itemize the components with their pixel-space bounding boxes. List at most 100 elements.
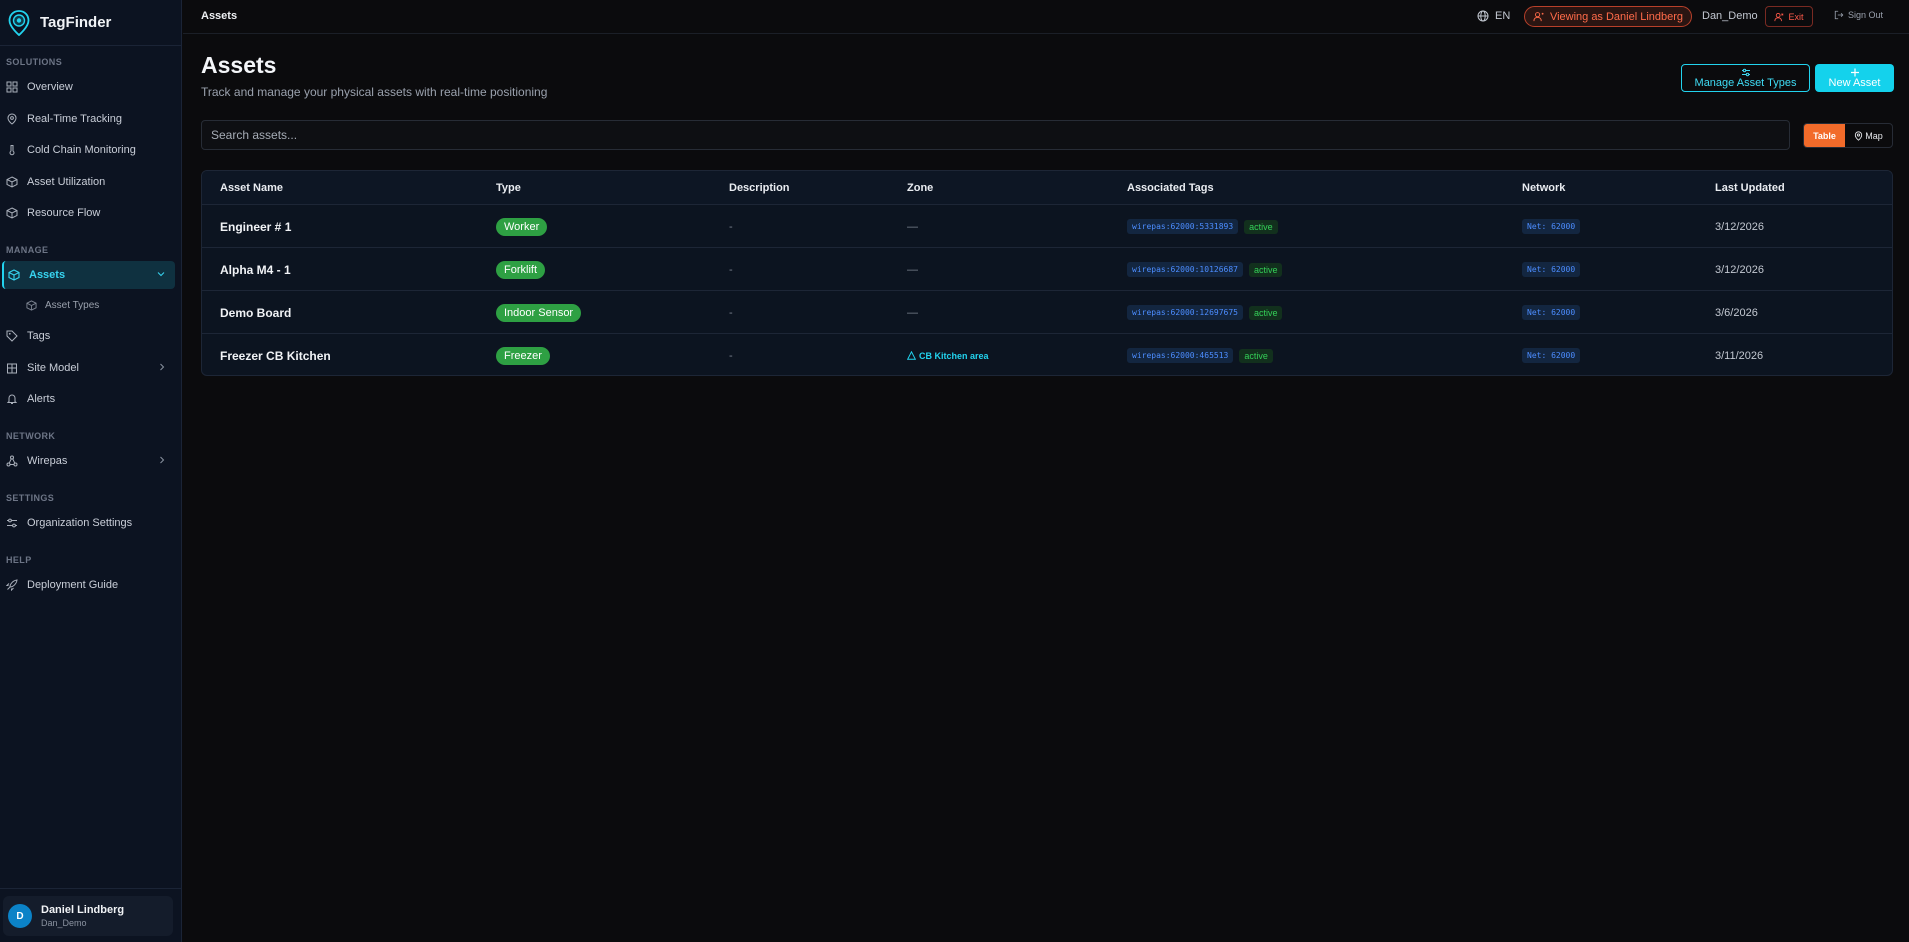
chevron-right-icon[interactable]	[158, 363, 166, 371]
column-header-network[interactable]: Network	[1522, 182, 1565, 194]
map-pin-icon	[6, 113, 18, 125]
globe-icon	[1477, 10, 1489, 22]
asset-zone: —	[907, 263, 918, 276]
section-label-help: HELP	[6, 555, 32, 565]
tag-status-badge: active	[1248, 262, 1283, 277]
sidebar-item-site-model[interactable]: Site Model	[0, 354, 176, 382]
sidebar-divider	[0, 888, 182, 889]
last-updated: 3/6/2026	[1715, 306, 1758, 319]
last-updated: 3/12/2026	[1715, 220, 1764, 233]
sidebar-item-label: Cold Chain Monitoring	[27, 144, 136, 156]
search-input[interactable]	[201, 120, 1790, 150]
section-label-manage: MANAGE	[6, 245, 49, 255]
tag-icon	[6, 330, 18, 342]
column-header-last-updated[interactable]: Last Updated	[1715, 182, 1785, 194]
sliders-icon	[6, 517, 18, 529]
manage-asset-types-button[interactable]: Manage Asset Types	[1681, 64, 1810, 92]
zone-icon	[907, 351, 916, 360]
top-bar: Assets EN Viewing as Daniel Lindberg Dan…	[183, 0, 1909, 34]
sidebar-item-label: Site Model	[27, 362, 79, 374]
asset-name[interactable]: Freezer CB Kitchen	[220, 349, 331, 363]
tag-status-badge: active	[1248, 305, 1283, 320]
user-name: Daniel Lindberg	[41, 904, 125, 916]
box-icon	[6, 176, 18, 188]
sidebar-item-resource-flow[interactable]: Resource Flow	[0, 199, 176, 227]
sidebar-item-tags[interactable]: Tags	[0, 322, 176, 350]
tag-id[interactable]: wirepas:62000:10126687	[1127, 262, 1243, 277]
zone-name: CB Kitchen area	[919, 350, 989, 361]
sidebar-subitem-asset-types[interactable]: Asset Types	[26, 295, 176, 315]
asset-description: -	[729, 306, 733, 319]
sliders-icon	[1741, 68, 1750, 76]
sign-out-label: Sign Out	[1848, 10, 1884, 20]
box-icon	[26, 299, 37, 311]
sidebar-item-overview[interactable]: Overview	[0, 73, 176, 101]
tag-id[interactable]: wirepas:62000:12697675	[1127, 305, 1243, 320]
asset-zone: —	[907, 306, 918, 319]
sidebar-item-alerts[interactable]: Alerts	[0, 385, 176, 413]
section-label-settings: SETTINGS	[6, 493, 55, 503]
table-row[interactable]: Engineer # 1 Worker - — wirepas:62000:53…	[202, 205, 1892, 248]
network-icon	[6, 455, 18, 467]
sidebar-item-organization-settings[interactable]: Organization Settings	[0, 509, 176, 537]
table-view-button[interactable]: Table	[1804, 124, 1845, 147]
zone-link[interactable]: CB Kitchen area	[907, 351, 989, 361]
user-handle: Dan_Demo	[41, 918, 87, 928]
asset-name[interactable]: Alpha M4 - 1	[220, 263, 291, 277]
section-label-network: NETWORK	[6, 431, 56, 441]
dashboard-icon	[6, 81, 18, 93]
last-updated: 3/11/2026	[1715, 349, 1764, 362]
table-row[interactable]: Demo Board Indoor Sensor - — wirepas:620…	[202, 291, 1892, 334]
sidebar-item-deployment-guide[interactable]: Deployment Guide	[0, 571, 176, 599]
exit-impersonation-button[interactable]: Exit	[1765, 6, 1813, 27]
sidebar-item-label: Overview	[27, 81, 73, 93]
sidebar-item-label: Resource Flow	[27, 207, 101, 219]
asset-description: -	[729, 263, 733, 276]
asset-name[interactable]: Demo Board	[220, 306, 291, 320]
network-badge: Net: 62000	[1522, 219, 1581, 234]
page-title: Assets	[201, 52, 277, 78]
map-view-button[interactable]: Map	[1845, 124, 1892, 147]
new-asset-button[interactable]: New Asset	[1815, 64, 1894, 92]
asset-description: -	[729, 220, 733, 233]
asset-description: -	[729, 349, 733, 362]
sidebar-item-realtime-tracking[interactable]: Real-Time Tracking	[0, 105, 176, 133]
column-header-associated-tags[interactable]: Associated Tags	[1127, 182, 1214, 194]
column-header-description[interactable]: Description	[729, 182, 790, 194]
brand[interactable]: TagFinder	[0, 0, 181, 46]
chevron-right-icon[interactable]	[158, 456, 166, 464]
table-header: Asset Name Type Description Zone Associa…	[202, 171, 1892, 205]
sign-out-button[interactable]: Sign Out	[1834, 10, 1883, 20]
tag-id[interactable]: wirepas:62000:5331893	[1127, 219, 1239, 234]
column-header-asset-name[interactable]: Asset Name	[220, 182, 283, 194]
sidebar-item-assets[interactable]: Assets	[2, 261, 175, 289]
sidebar-item-label: Alerts	[27, 393, 56, 405]
asset-type-badge: Forklift	[496, 260, 545, 279]
box-icon	[8, 269, 20, 281]
table-row[interactable]: Freezer CB Kitchen Freezer - CB Kitchen …	[202, 334, 1892, 375]
new-asset-label: New Asset	[1828, 76, 1881, 89]
asset-type-badge: Indoor Sensor	[496, 303, 582, 322]
sidebar-item-wirepas[interactable]: Wirepas	[0, 447, 176, 475]
tag-id[interactable]: wirepas:62000:465513	[1127, 348, 1234, 363]
language-switcher[interactable]: EN	[1477, 10, 1510, 22]
column-header-type[interactable]: Type	[496, 182, 521, 194]
table-row[interactable]: Alpha M4 - 1 Forklift - — wirepas:62000:…	[202, 248, 1892, 291]
sidebar-item-label: Asset Types	[45, 299, 100, 311]
column-header-zone[interactable]: Zone	[907, 182, 933, 194]
sidebar-item-asset-utilization[interactable]: Asset Utilization	[0, 168, 176, 196]
asset-type-badge: Worker	[496, 217, 548, 236]
chevron-down-icon[interactable]	[157, 270, 165, 278]
sidebar-item-cold-chain[interactable]: Cold Chain Monitoring	[0, 136, 176, 164]
current-username: Dan_Demo	[1702, 10, 1758, 22]
sidebar-item-label: Deployment Guide	[27, 579, 119, 591]
view-toggle: Table Map	[1803, 123, 1893, 148]
rocket-icon	[6, 579, 18, 591]
asset-name[interactable]: Engineer # 1	[220, 220, 291, 234]
network-badge: Net: 62000	[1522, 262, 1581, 277]
exit-label: Exit	[1788, 11, 1804, 22]
user-profile[interactable]: D Daniel Lindberg Dan_Demo	[3, 896, 173, 936]
map-pin-icon	[1855, 130, 1863, 141]
map-view-label: Map	[1865, 130, 1883, 141]
bell-icon	[6, 393, 18, 405]
